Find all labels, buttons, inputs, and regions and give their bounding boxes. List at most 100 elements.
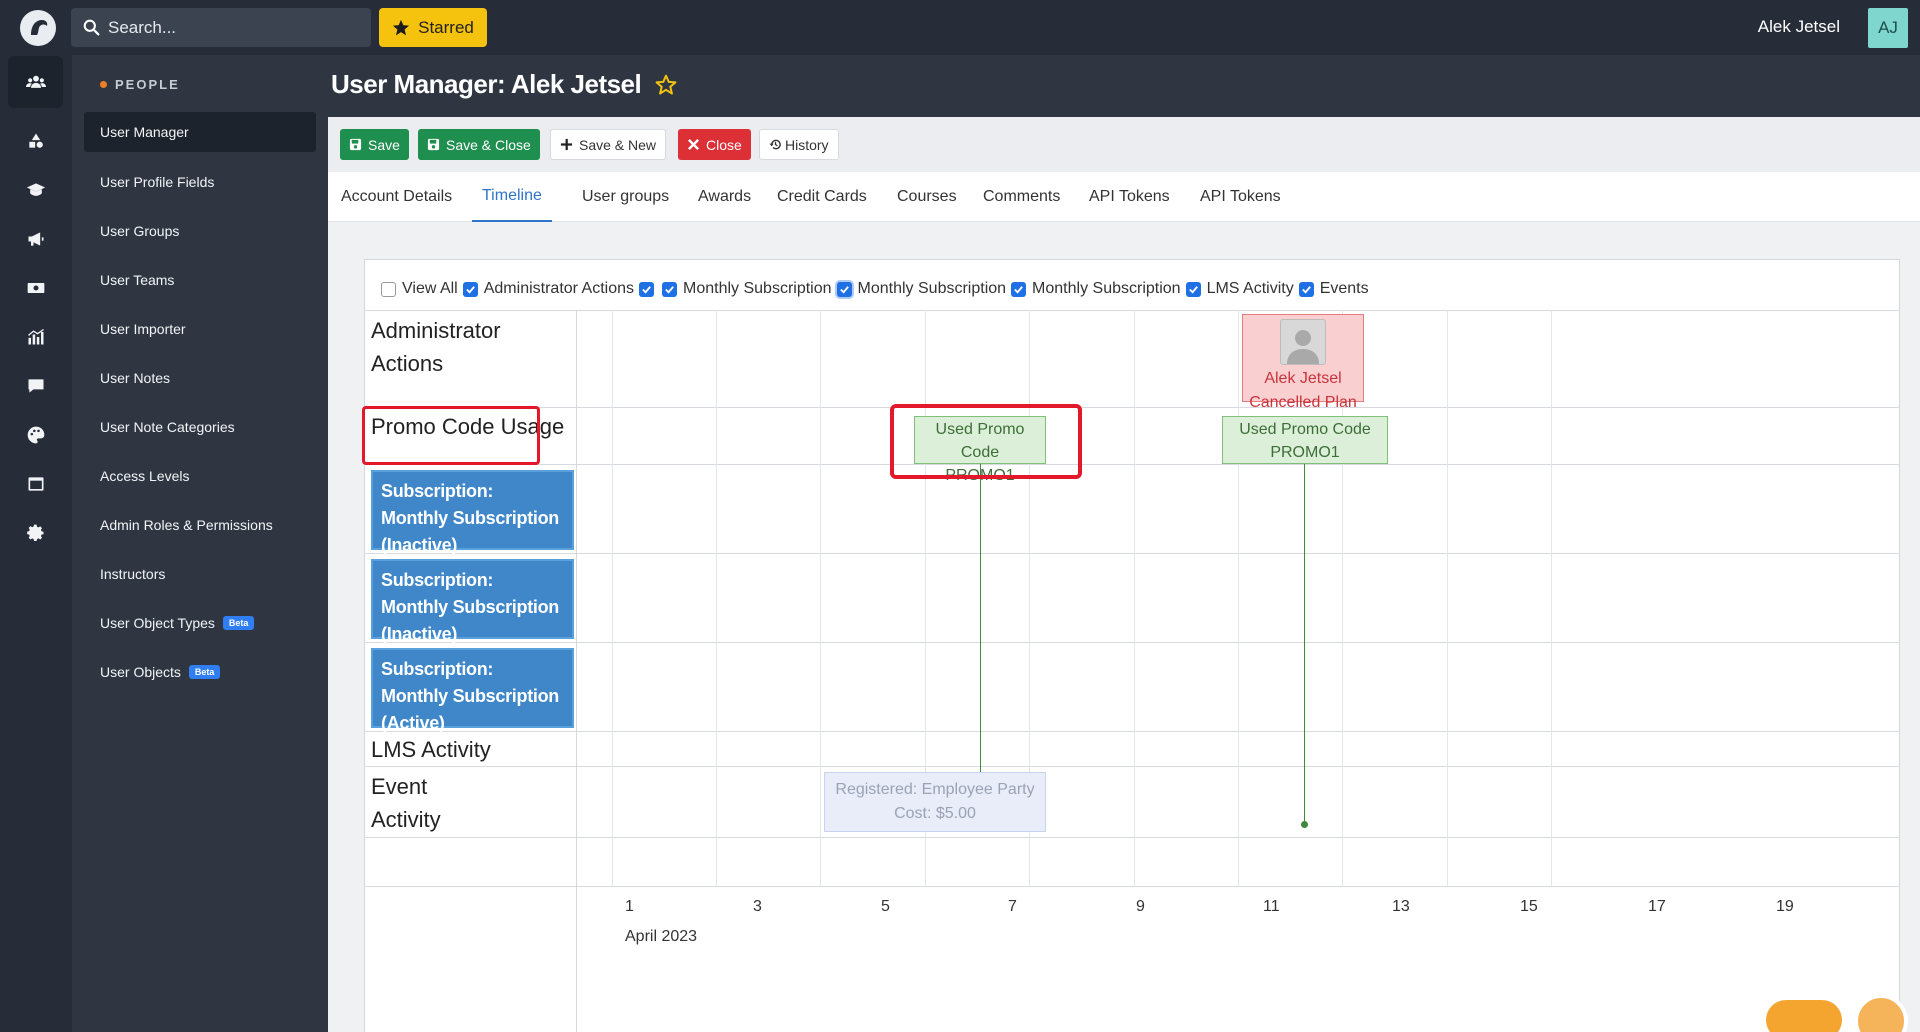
- sidebar-item-user-importer[interactable]: User Importer: [84, 309, 316, 349]
- row-label-lms-activity: LMS Activity: [371, 737, 491, 762]
- subscription-label-2[interactable]: Subscription: Monthly Subscription (Inac…: [371, 559, 574, 644]
- event-registration[interactable]: Registered: Employee Party Cost: $5.00: [824, 772, 1046, 832]
- save-button[interactable]: Save: [340, 129, 409, 160]
- checkbox[interactable]: [1185, 281, 1201, 297]
- filter-label: View All: [402, 280, 458, 297]
- plus-icon: [560, 138, 573, 151]
- page-title: User Manager: Alek Jetsel: [331, 69, 642, 99]
- check-icon: [465, 285, 475, 294]
- rail-messages[interactable]: [8, 360, 63, 412]
- checkbox[interactable]: [639, 281, 655, 297]
- rail-finance[interactable]: [8, 262, 63, 314]
- sidebar-item-access-levels[interactable]: Access Levels: [84, 456, 316, 496]
- tab-comments[interactable]: Comments: [973, 172, 1070, 222]
- sidebar-item-user-objects[interactable]: User Objects Beta: [84, 652, 316, 692]
- grid-line: [1447, 310, 1448, 886]
- rail-pages[interactable]: [8, 458, 63, 510]
- tab-label: User groups: [582, 188, 670, 205]
- sidebar-item-user-groups[interactable]: User Groups: [84, 211, 316, 251]
- user-name[interactable]: Alek Jetsel: [1758, 17, 1840, 37]
- row-divider: [365, 731, 1899, 732]
- filter-monthly-sub-2[interactable]: Monthly Subscription: [836, 280, 1006, 298]
- starred-button[interactable]: Starred: [379, 8, 487, 47]
- rail-settings[interactable]: [8, 507, 63, 559]
- axis-month-label: April 2023: [625, 928, 698, 945]
- label-column-divider: [576, 310, 577, 1032]
- window-icon: [28, 477, 43, 491]
- floppy-icon: [349, 138, 362, 151]
- grid-line: [1238, 310, 1239, 886]
- close-icon: [688, 139, 699, 150]
- checkbox[interactable]: [1011, 281, 1027, 297]
- sidebar-item-user-note-categories[interactable]: User Note Categories: [84, 407, 316, 447]
- rail-shapes[interactable]: [8, 115, 63, 167]
- filter-admin-actions[interactable]: Administrator Actions: [462, 280, 634, 298]
- user-avatar-icon: [1280, 319, 1326, 365]
- check-icon: [642, 285, 651, 294]
- sidebar-item-user-teams[interactable]: User Teams: [84, 260, 316, 300]
- filter-label: LMS Activity: [1206, 280, 1294, 297]
- rail-users[interactable]: [8, 56, 63, 108]
- tab-user-groups[interactable]: User groups: [572, 172, 679, 222]
- promo-event-2[interactable]: Used Promo Code PROMO1: [1222, 416, 1388, 464]
- subscription-label-1[interactable]: Subscription: Monthly Subscription (Inac…: [371, 470, 574, 555]
- starred-label: Starred: [418, 17, 474, 37]
- tab-credit-cards[interactable]: Credit Cards: [767, 172, 877, 222]
- rail-courses[interactable]: [8, 164, 63, 216]
- star-icon: [393, 19, 410, 35]
- save-new-button[interactable]: Save & New: [550, 129, 667, 160]
- sidebar-section-title: PEOPLE: [100, 77, 180, 92]
- floating-action-button[interactable]: [1766, 1000, 1842, 1032]
- tab-account-details[interactable]: Account Details: [331, 172, 462, 222]
- row-divider: [365, 407, 1899, 408]
- filter-monthly-sub-3[interactable]: Monthly Subscription: [1011, 280, 1181, 298]
- tab-api-tokens-2[interactable]: API Tokens: [1190, 172, 1291, 222]
- floppy-icon: [427, 138, 440, 151]
- filter-view-all[interactable]: View All: [381, 280, 458, 298]
- filter-monthly-sub-1b[interactable]: Monthly Subscription: [662, 280, 832, 298]
- tab-api-tokens[interactable]: API Tokens: [1079, 172, 1180, 222]
- checkbox[interactable]: [662, 281, 678, 297]
- filter-events[interactable]: Events: [1298, 280, 1369, 298]
- promo-event-title: Used Promo Code: [1239, 421, 1371, 438]
- sidebar-item-instructors[interactable]: Instructors: [84, 554, 316, 594]
- sidebar-item-label: User Profile Fields: [100, 174, 215, 190]
- checkbox[interactable]: [462, 281, 478, 297]
- rail-appearance[interactable]: [8, 409, 63, 461]
- sidebar-item-label: Access Levels: [100, 468, 190, 484]
- subscription-label-3[interactable]: Subscription: Monthly Subscription (Acti…: [371, 648, 574, 733]
- avatar[interactable]: AJ: [1868, 8, 1908, 48]
- sidebar: PEOPLE User Manager User Profile Fields …: [72, 55, 328, 1032]
- sidebar-item-user-profile-fields[interactable]: User Profile Fields: [84, 162, 316, 202]
- tab-timeline[interactable]: Timeline: [472, 172, 552, 222]
- admin-action-event[interactable]: Alek Jetsel Cancelled Plan: [1242, 314, 1364, 411]
- tab-courses[interactable]: Courses: [887, 172, 967, 222]
- sidebar-item-user-manager[interactable]: User Manager: [84, 112, 316, 152]
- rail-marketing[interactable]: [8, 213, 63, 265]
- sidebar-item-user-notes[interactable]: User Notes: [84, 358, 316, 398]
- app-logo[interactable]: [20, 10, 56, 46]
- checkbox[interactable]: [381, 281, 396, 297]
- tab-awards[interactable]: Awards: [688, 172, 761, 222]
- checkbox[interactable]: [836, 281, 852, 297]
- favorite-star-icon[interactable]: [655, 74, 677, 96]
- sidebar-item-label: Admin Roles & Permissions: [100, 517, 273, 533]
- filter-monthly-sub-1[interactable]: [639, 281, 660, 297]
- save-close-button[interactable]: Save & Close: [418, 129, 540, 160]
- rail-reports[interactable]: [8, 311, 63, 363]
- filter-lms-activity[interactable]: LMS Activity: [1185, 280, 1294, 298]
- search-input[interactable]: Search...: [71, 8, 371, 47]
- close-label: Close: [706, 136, 742, 153]
- grid-line: [612, 310, 613, 886]
- history-button[interactable]: History: [759, 129, 839, 160]
- sidebar-item-admin-roles[interactable]: Admin Roles & Permissions: [84, 505, 316, 545]
- highlight-outline: [362, 406, 540, 465]
- checkbox[interactable]: [1298, 281, 1314, 297]
- sidebar-item-user-object-types[interactable]: User Object Types Beta: [84, 603, 316, 643]
- sidebar-item-label: User Objects: [100, 664, 181, 680]
- axis-tick: 13: [1392, 898, 1410, 915]
- promo-event-code: PROMO1: [1270, 444, 1340, 461]
- grid-line: [1551, 310, 1552, 886]
- close-button[interactable]: Close: [678, 129, 751, 160]
- tab-label: API Tokens: [1089, 188, 1170, 205]
